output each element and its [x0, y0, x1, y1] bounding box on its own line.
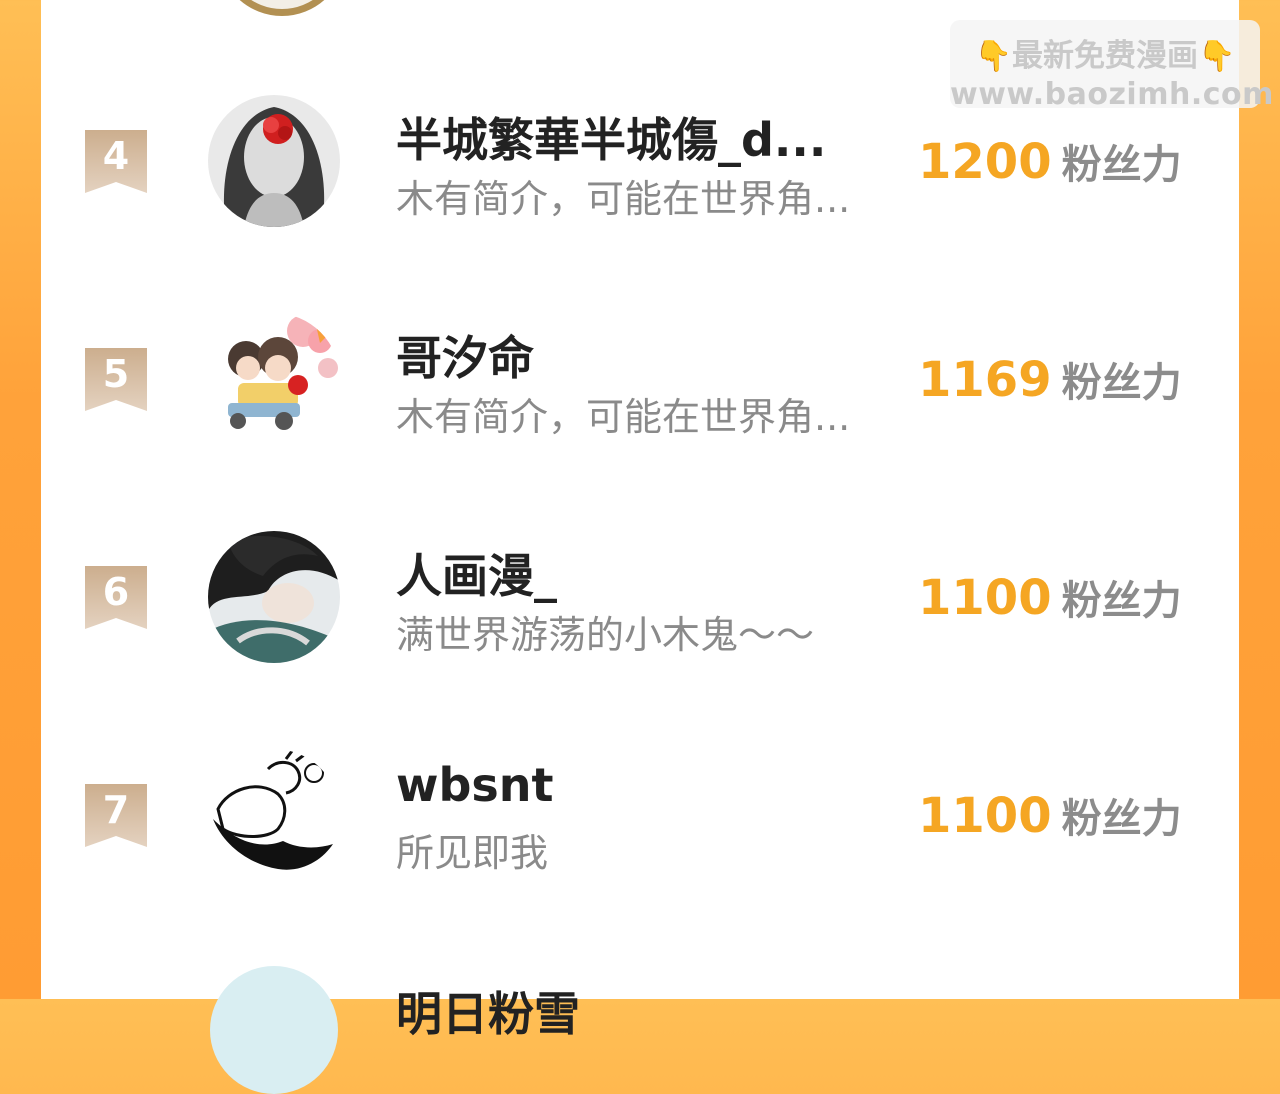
- list-item[interactable]: 4 半城繁華半城傷_d... 木有简介，可能在世界角... 1200 粉丝力: [0, 0, 1280, 227]
- avatar[interactable]: [208, 749, 340, 881]
- user-name[interactable]: wbsnt: [396, 758, 554, 812]
- user-bio: 木有简介，可能在世界角...: [396, 395, 851, 439]
- rank-badge: 6: [85, 566, 147, 629]
- score-value: 1169: [918, 352, 1052, 408]
- avatar-rank-8-partial[interactable]: [210, 966, 338, 1094]
- user-bio: 木有简介，可能在世界角...: [396, 177, 851, 221]
- rank-number: 6: [102, 570, 130, 614]
- fan-score: 1100 粉丝力: [918, 568, 1182, 626]
- score-unit: 粉丝力: [1061, 360, 1182, 406]
- avatar[interactable]: [208, 531, 340, 663]
- user-name[interactable]: 半城繁華半城傷_d...: [396, 104, 826, 170]
- user-name[interactable]: 人画漫_: [396, 540, 557, 606]
- fan-score: 1100 粉丝力: [918, 786, 1182, 844]
- score-unit: 粉丝力: [1061, 578, 1182, 624]
- user-name-rank-8[interactable]: 明日粉雪: [396, 978, 580, 1044]
- rank-number: 5: [102, 352, 130, 396]
- list-item[interactable]: 6 人画漫_ 满世界游荡的小木鬼～～ 1100 粉丝力: [0, 436, 1280, 663]
- list-item[interactable]: 5 哥汐命 木有简介，可能在世界角... 1169 粉丝力: [0, 218, 1280, 445]
- rank-badge: 5: [85, 348, 147, 411]
- rank-number: 4: [102, 134, 130, 178]
- fan-score: 1169 粉丝力: [918, 350, 1182, 408]
- rank-badge: 7: [85, 784, 147, 847]
- rank-badge: 4: [85, 130, 147, 193]
- score-value: 1200: [918, 134, 1052, 190]
- rank-number: 7: [102, 788, 130, 832]
- user-bio: 所见即我: [396, 831, 549, 875]
- user-name[interactable]: 哥汐命: [396, 322, 534, 388]
- avatar[interactable]: [208, 95, 340, 227]
- fan-score: 1200 粉丝力: [918, 132, 1182, 190]
- avatar[interactable]: [208, 313, 340, 445]
- score-unit: 粉丝力: [1061, 142, 1182, 188]
- score-unit: 粉丝力: [1061, 796, 1182, 842]
- score-value: 1100: [918, 788, 1052, 844]
- user-bio: 满世界游荡的小木鬼～～: [396, 613, 815, 657]
- score-value: 1100: [918, 570, 1052, 626]
- list-item[interactable]: 7 wbsnt 所见即我 1100 粉丝力: [0, 654, 1280, 881]
